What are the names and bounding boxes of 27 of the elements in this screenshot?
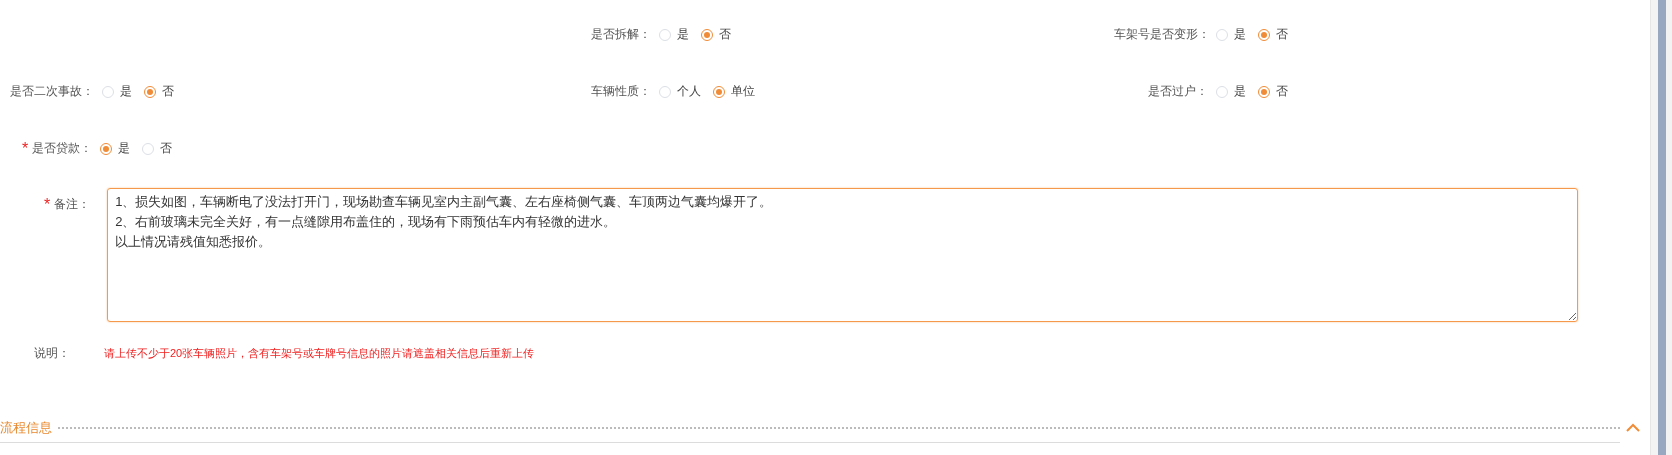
radio-option[interactable]: 否	[1258, 26, 1288, 43]
required-mark: *	[22, 139, 29, 158]
radio-option[interactable]: 否	[142, 140, 173, 157]
radio-option[interactable]: 个人	[659, 83, 701, 100]
remarks-field[interactable]: 1、损失如图，车辆断电了没法打开门，现场勘查车辆见室内主副气囊、左右座椅侧气囊、车顶两边气囊均爆开了。 2、右前玻璃未完全关好，有一点缝隙用布盖住的，现场有下雨预估车内有轻微的进水。 以上情况请残值知悉报价。	[107, 188, 1579, 322]
radio-option[interactable]: 否	[701, 26, 731, 43]
required-mark: *	[44, 195, 51, 214]
radio-option[interactable]: 是	[1216, 26, 1246, 43]
radio-option[interactable]: 否	[1258, 83, 1288, 100]
note-text: 请上传不少于20张车辆照片，含有车架号或车牌号信息的照片请遮盖相关信息后重新上传	[104, 345, 535, 361]
note-label: 说明：	[33, 344, 70, 362]
field-label: 车架号是否变形：	[1114, 26, 1208, 43]
radio-option[interactable]: 是	[100, 140, 131, 157]
radio-option[interactable]: 否	[144, 83, 174, 100]
radio-option[interactable]: 单位	[713, 83, 755, 100]
radio-option[interactable]: 是	[1216, 83, 1246, 100]
field-label: 是否贷款：	[32, 140, 93, 157]
field-label: 车辆性质：	[590, 83, 651, 100]
field-label: 是否过户：	[1147, 83, 1208, 100]
section-title: 流程信息	[0, 419, 52, 437]
field-label: 是否二次事故：	[9, 83, 94, 100]
scrollbar[interactable]	[1650, 0, 1672, 455]
field-label: 是否拆解：	[590, 26, 651, 43]
radio-option[interactable]: 是	[102, 83, 132, 100]
collapse-icon[interactable]	[1626, 423, 1640, 433]
radio-option[interactable]: 是	[659, 26, 689, 43]
field-label: 备注：	[54, 196, 91, 213]
